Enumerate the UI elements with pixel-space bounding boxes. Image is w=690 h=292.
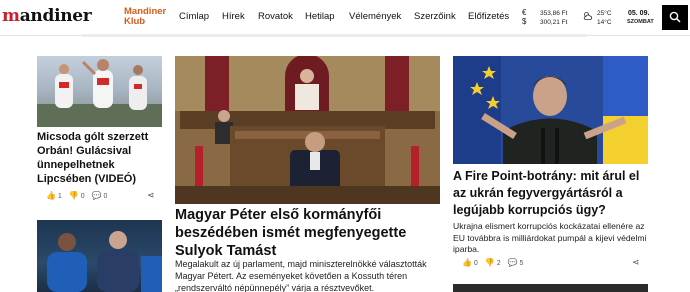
article-lead-center: Megalakult az új parlament, majd miniszt…: [175, 259, 427, 292]
like-count: 1: [57, 193, 62, 200]
thumbs-up-icon[interactable]: 👍: [46, 191, 56, 200]
reaction-bar-right: 👍 0 👎 2 💬 5: [462, 258, 523, 267]
euro-icon: €: [522, 8, 527, 17]
current-weekday: SZOMBAT: [627, 19, 654, 25]
current-date: 05. 09.: [628, 10, 650, 17]
reaction-bar-left-top: 👍 1 👎 0 💬 0: [46, 191, 107, 200]
weather-high: 25°C: [597, 10, 612, 17]
article-image-football-match[interactable]: [37, 220, 162, 292]
weather-low: 14°C: [597, 19, 612, 26]
article-title-center[interactable]: Magyar Péter első kormányfői beszédében …: [175, 206, 440, 260]
article-title-right[interactable]: A Fire Point-botrány: mit árul el az ukr…: [453, 168, 648, 219]
comment-count: 5: [519, 260, 524, 267]
logo-text: andiner: [19, 6, 92, 26]
dollar-rate: 300,21 Ft: [540, 19, 568, 26]
mandiner-club-link[interactable]: Mandiner Klub: [124, 7, 166, 27]
football-players-illustration: [37, 59, 162, 127]
share-icon[interactable]: ⋖: [147, 190, 155, 201]
cloud-sun-icon: [583, 12, 593, 20]
site-header: mandiner Mandiner Klub Címlap Hírek Rova…: [0, 0, 690, 36]
nav-item-hetilap[interactable]: Hetilap: [305, 11, 335, 22]
thumbs-up-icon[interactable]: 👍: [462, 258, 472, 267]
article-title-left-top[interactable]: Micsoda gólt szerzett Orbán! Gulácsival …: [37, 130, 162, 186]
article-image-football-celebration[interactable]: [37, 56, 162, 127]
next-article-image[interactable]: [453, 284, 648, 292]
parliament-illustration: [175, 56, 440, 204]
nav-item-velemenyek[interactable]: Vélemények: [349, 11, 401, 22]
comment-icon[interactable]: 💬: [92, 191, 102, 200]
dislike-count: 2: [496, 260, 501, 267]
logo-prefix: m: [2, 6, 20, 26]
like-count: 0: [473, 260, 478, 267]
club-label-line2: Klub: [124, 16, 146, 27]
site-logo[interactable]: mandiner: [2, 6, 92, 26]
share-icon[interactable]: ⋖: [632, 257, 640, 268]
nav-item-cimlap[interactable]: Címlap: [179, 11, 209, 22]
search-button[interactable]: [662, 5, 688, 30]
dislike-count: 0: [80, 193, 85, 200]
comment-count: 0: [103, 193, 108, 200]
press-conference-illustration: [453, 56, 648, 164]
nav-item-szerzoink[interactable]: Szerzőink: [414, 11, 456, 22]
football-match-illustration: [47, 231, 162, 292]
dollar-icon: $: [522, 17, 527, 26]
nav-item-elofizetes[interactable]: Előfizetés: [468, 11, 509, 22]
article-lead-right: Ukrajna elismert korrupciós kockázatai e…: [453, 221, 647, 254]
nav-item-hirek[interactable]: Hírek: [222, 11, 245, 22]
thumbs-down-icon[interactable]: 👎: [69, 191, 79, 200]
search-icon: [669, 11, 681, 23]
thumbs-down-icon[interactable]: 👎: [485, 258, 495, 267]
article-image-zelensky[interactable]: [453, 56, 648, 164]
comment-icon[interactable]: 💬: [508, 258, 518, 267]
article-image-parliament-speech[interactable]: [175, 56, 440, 204]
header-divider: [82, 34, 587, 37]
euro-rate: 353,86 Ft: [540, 10, 568, 17]
nav-item-rovatok[interactable]: Rovatok: [258, 11, 293, 22]
